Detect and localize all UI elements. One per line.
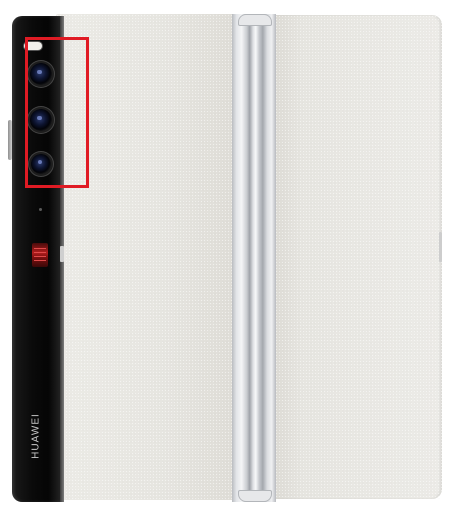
hinge (232, 14, 276, 502)
camera-highlight-box (25, 37, 89, 188)
power-key (32, 243, 48, 267)
brand-label: HUAWEI (30, 413, 42, 459)
phone-product-photo: HUAWEI (0, 0, 458, 518)
panel-notch-left (60, 246, 64, 262)
panel-notch-right (439, 232, 442, 262)
hinge-cap-bottom (238, 490, 272, 502)
hinge-cap-top (238, 14, 272, 26)
back-panel-right (272, 15, 442, 499)
leather-texture (272, 15, 442, 499)
sensor-dot (39, 208, 42, 211)
